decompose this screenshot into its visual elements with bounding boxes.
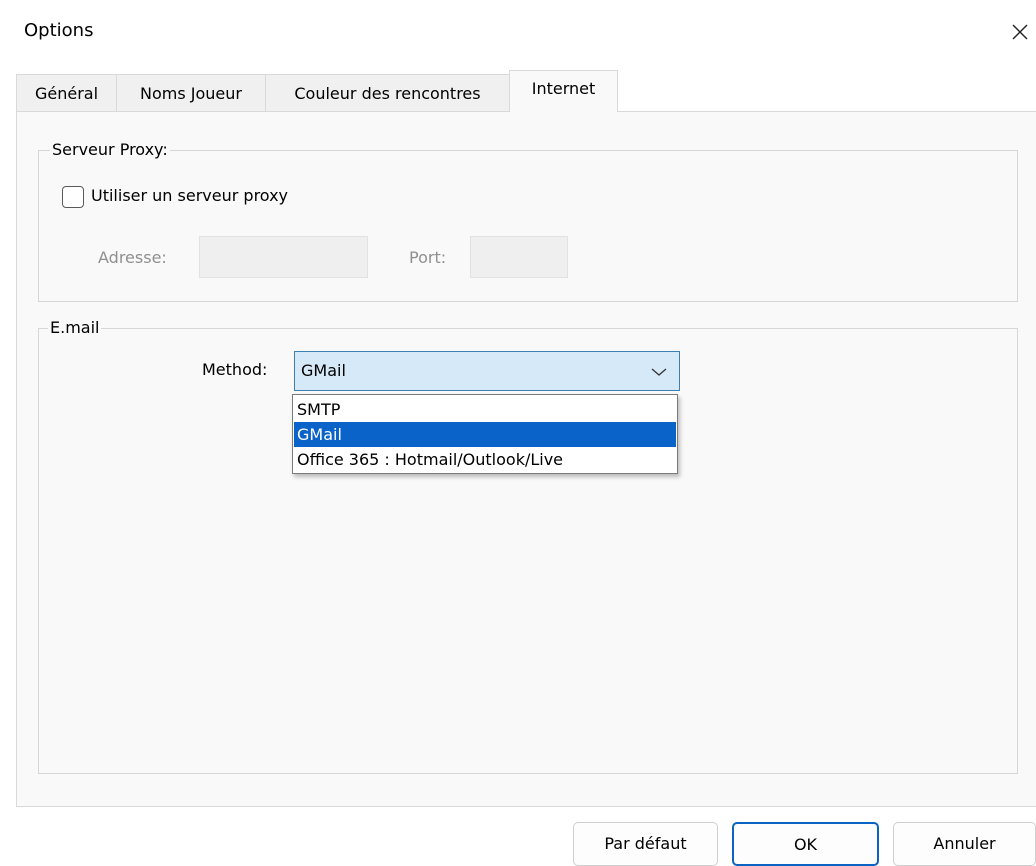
tab-label: Noms Joueur [140,84,242,103]
tab-label: Internet [531,79,596,98]
option-label: GMail [297,425,342,444]
method-dropdown-list: SMTP GMail Office 365 : Hotmail/Outlook/… [292,394,678,474]
tab-general[interactable]: Général [16,74,117,111]
option-label: SMTP [297,400,341,419]
address-label: Adresse: [98,248,167,267]
proxy-group [38,150,1018,302]
tab-couleur-des-rencontres[interactable]: Couleur des rencontres [265,74,510,111]
method-value: GMail [301,361,346,380]
title-bar: Options [0,0,1036,62]
tab-label: Général [34,84,99,103]
default-button[interactable]: Par défaut [573,822,718,866]
port-label: Port: [409,248,447,267]
ok-button-label: OK [793,835,818,854]
method-option-office365[interactable]: Office 365 : Hotmail/Outlook/Live [294,447,676,472]
use-proxy-label[interactable]: Utiliser un serveur proxy [91,186,288,205]
window-title: Options [24,20,94,41]
cancel-button-label: Annuler [933,834,996,853]
tab-internet[interactable]: Internet [509,70,618,112]
method-combobox[interactable]: GMail [294,351,680,391]
proxy-group-label: Serveur Proxy: [50,140,170,159]
cancel-button[interactable]: Annuler [893,822,1036,866]
address-input[interactable] [199,236,368,278]
tab-label: Couleur des rencontres [294,84,481,103]
use-proxy-checkbox[interactable] [62,186,84,208]
tab-noms-joueur[interactable]: Noms Joueur [116,74,266,111]
chevron-down-icon[interactable] [647,360,671,384]
option-label: Office 365 : Hotmail/Outlook/Live [297,450,564,469]
ok-button[interactable]: OK [732,822,879,866]
port-input[interactable] [470,236,568,278]
method-label: Method: [202,360,268,379]
default-button-label: Par défaut [604,834,687,853]
close-icon[interactable] [1004,16,1036,48]
method-option-smtp[interactable]: SMTP [294,397,676,422]
button-bar [0,807,1036,863]
method-option-gmail[interactable]: GMail [294,422,676,447]
email-group-label: E.mail [48,318,102,337]
